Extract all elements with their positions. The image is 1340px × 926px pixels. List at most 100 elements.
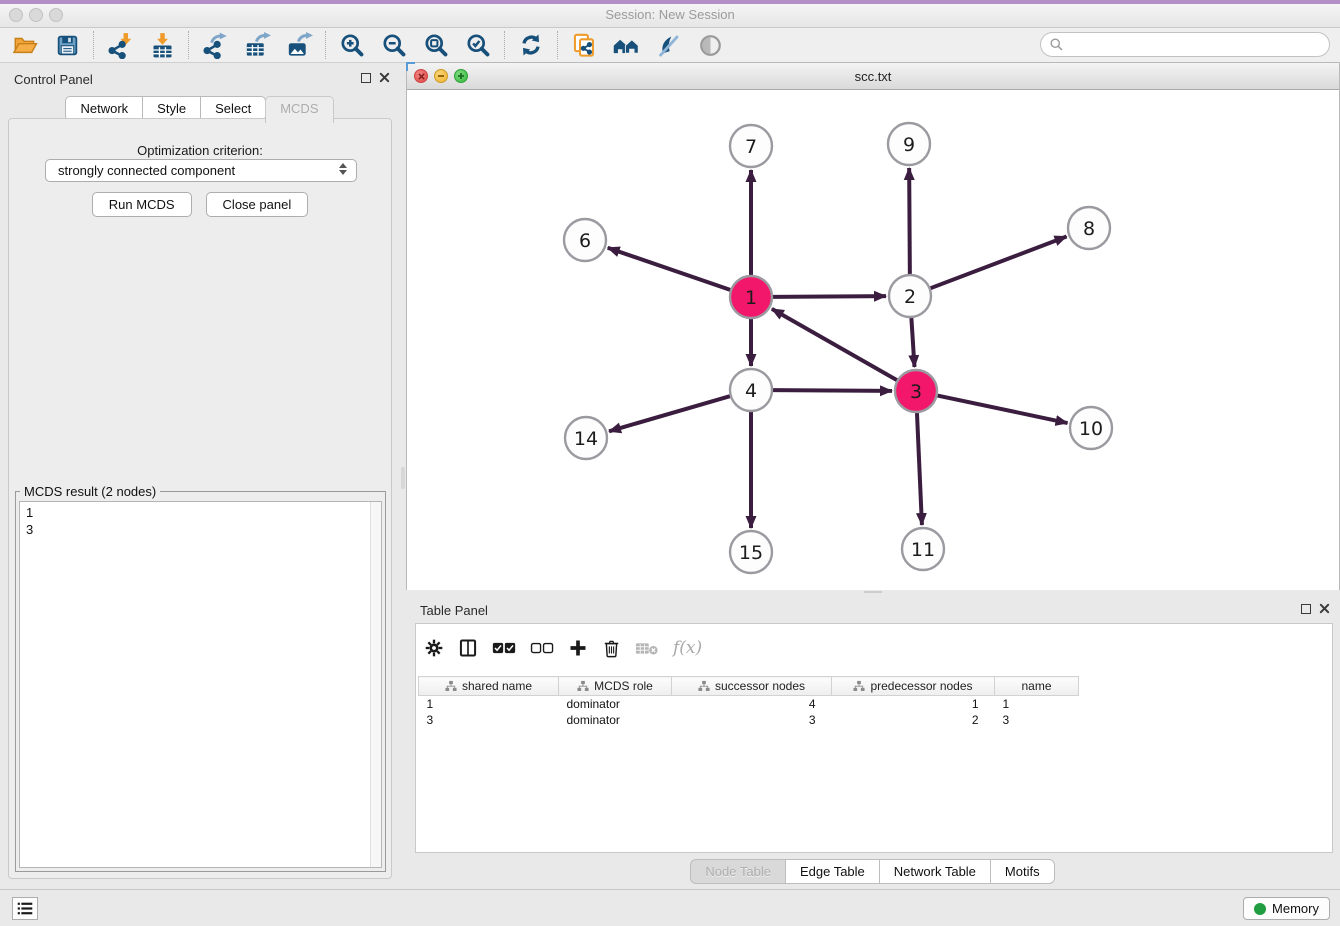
table-cell[interactable]: 1	[995, 696, 1079, 712]
table-cell[interactable]: 1	[419, 696, 559, 712]
table-row[interactable]: 3dominator323	[419, 712, 1079, 728]
graph-edge-4-14[interactable]	[609, 396, 730, 431]
attribute-tree-icon	[445, 680, 457, 692]
export-table-button[interactable]	[236, 29, 278, 61]
table-row[interactable]: 1dominator411	[419, 696, 1079, 712]
apply-function-button[interactable]: f(x)	[673, 633, 702, 663]
table-cell[interactable]: 2	[832, 712, 995, 728]
graph-node-label: 3	[910, 381, 922, 403]
optimization-criterion-label: Optimization criterion:	[9, 143, 391, 158]
table-cell[interactable]: 4	[672, 696, 832, 712]
table-panel: Table Panel	[406, 594, 1340, 889]
network-graph[interactable]: 7968124314101511	[407, 90, 1339, 591]
network-overview-button[interactable]	[605, 29, 647, 61]
mcds-result-group: MCDS result (2 nodes) 1 3	[15, 491, 386, 872]
zoom-fit-icon	[423, 32, 450, 59]
graph-node-label: 9	[903, 134, 915, 156]
table-cell[interactable]: 3	[672, 712, 832, 728]
zoom-out-button[interactable]	[373, 29, 415, 61]
attribute-tree-icon	[853, 680, 865, 692]
memory-button[interactable]: Memory	[1243, 897, 1330, 920]
close-panel-icon[interactable]	[379, 72, 390, 83]
delete-column-button[interactable]	[602, 633, 621, 663]
table-settings-button[interactable]	[424, 633, 444, 663]
column-header-predecessor-nodes[interactable]: predecessor nodes	[832, 677, 995, 696]
copy-network-icon	[571, 32, 598, 59]
column-header-name[interactable]: name	[995, 677, 1079, 696]
zoom-in-icon	[339, 32, 366, 59]
zoom-in-button[interactable]	[331, 29, 373, 61]
table-cell[interactable]: dominator	[559, 696, 672, 712]
table-cell[interactable]: 3	[995, 712, 1079, 728]
control-panel-title: Control Panel	[14, 72, 93, 87]
column-header-successor-nodes[interactable]: successor nodes	[672, 677, 832, 696]
refresh-view-button[interactable]	[510, 29, 552, 61]
criterion-select[interactable]: strongly connected component	[45, 159, 357, 182]
tab-node-table[interactable]: Node Table	[690, 859, 786, 884]
import-table-button[interactable]	[141, 29, 183, 61]
show-column-button[interactable]	[458, 633, 478, 663]
table-cell[interactable]: 3	[419, 712, 559, 728]
splitter-handle[interactable]	[864, 591, 882, 593]
status-bar: Memory	[0, 889, 1340, 926]
add-column-button[interactable]	[568, 633, 588, 663]
graph-edge-1-6[interactable]	[608, 248, 730, 290]
column-header-shared-name[interactable]: shared name	[419, 677, 559, 696]
export-image-button[interactable]	[278, 29, 320, 61]
splitter-handle[interactable]	[401, 467, 405, 489]
toolbar-separator	[93, 31, 94, 59]
table-panel-header: Table Panel	[406, 594, 1340, 622]
memory-label: Memory	[1272, 901, 1319, 916]
copy-network-button[interactable]	[563, 29, 605, 61]
close-panel-icon[interactable]	[1319, 603, 1330, 614]
search-input[interactable]	[1069, 37, 1321, 52]
graph-edge-3-1[interactable]	[772, 309, 897, 380]
table-cell[interactable]: dominator	[559, 712, 672, 728]
control-panel: Control Panel Network Style Select MCDS …	[0, 63, 400, 889]
graph-node-label: 4	[745, 380, 757, 402]
graph-edge-2-3[interactable]	[911, 318, 914, 367]
show-hide-graphics-button[interactable]	[689, 29, 731, 61]
import-network-button[interactable]	[99, 29, 141, 61]
run-mcds-button[interactable]: Run MCDS	[92, 192, 192, 217]
graph-edge-3-11[interactable]	[917, 413, 922, 525]
graph-edge-2-8[interactable]	[931, 237, 1067, 289]
table-cell[interactable]: 1	[832, 696, 995, 712]
open-session-button[interactable]	[4, 29, 46, 61]
trash-icon	[602, 638, 621, 658]
result-scrollbar[interactable]	[370, 502, 381, 867]
column-header-mcds-role[interactable]: MCDS role	[559, 677, 672, 696]
toolbar-separator	[504, 31, 505, 59]
search-field[interactable]	[1040, 32, 1330, 57]
tab-motifs[interactable]: Motifs	[990, 859, 1055, 884]
graph-edge-2-9[interactable]	[909, 168, 910, 274]
tab-edge-table[interactable]: Edge Table	[785, 859, 880, 884]
import-network-icon	[107, 32, 134, 59]
tab-network-table[interactable]: Network Table	[879, 859, 991, 884]
zoom-fit-button[interactable]	[415, 29, 457, 61]
float-panel-icon[interactable]	[1301, 604, 1311, 614]
graph-edge-3-10[interactable]	[938, 396, 1068, 423]
checked-boxes-icon	[492, 640, 516, 656]
network-window: scc.txt 7968124314101511	[406, 62, 1340, 592]
save-session-button[interactable]	[46, 29, 88, 61]
mcds-result-area[interactable]: 1 3	[19, 501, 382, 868]
close-panel-button[interactable]: Close panel	[206, 192, 309, 217]
delete-table-button[interactable]	[635, 633, 659, 663]
export-network-button[interactable]	[194, 29, 236, 61]
eye-icon	[697, 32, 724, 59]
network-canvas[interactable]: 7968124314101511	[407, 90, 1339, 591]
graph-edge-4-3[interactable]	[773, 390, 892, 391]
table-tabs: Node Table Edge Table Network Table Moti…	[406, 859, 1340, 884]
apply-style-button[interactable]	[647, 29, 689, 61]
toolbar-separator	[557, 31, 558, 59]
select-all-button[interactable]	[492, 633, 516, 663]
zoom-selected-button[interactable]	[457, 29, 499, 61]
tab-mcds[interactable]: MCDS	[265, 96, 333, 123]
graph-edge-1-2[interactable]	[773, 296, 886, 297]
deselect-all-button[interactable]	[530, 633, 554, 663]
task-history-button[interactable]	[12, 897, 38, 920]
export-image-icon	[286, 32, 313, 59]
save-floppy-icon	[55, 33, 80, 58]
float-panel-icon[interactable]	[361, 73, 371, 83]
